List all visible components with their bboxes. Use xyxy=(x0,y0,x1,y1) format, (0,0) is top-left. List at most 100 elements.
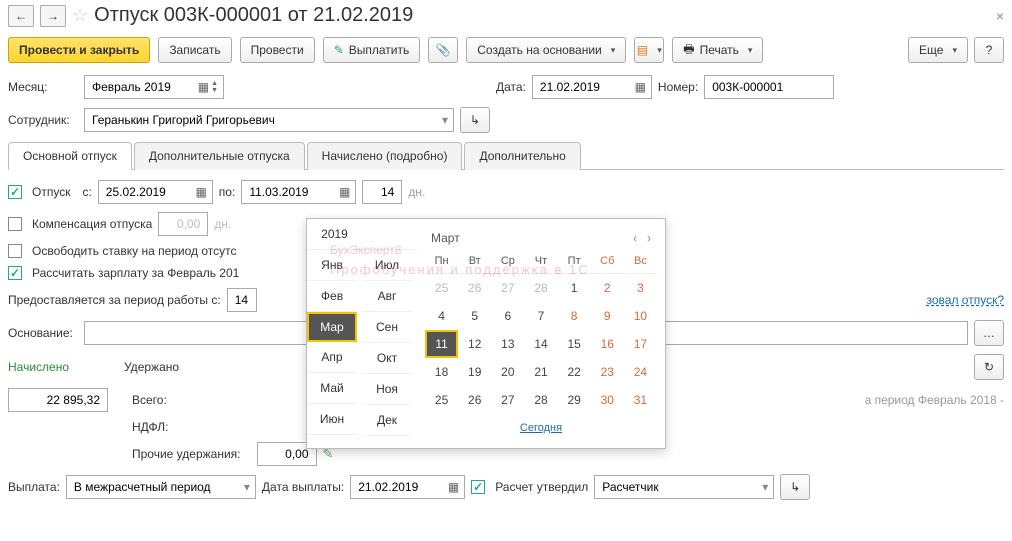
ndfl-label: НДФЛ: xyxy=(132,420,168,434)
dp-day[interactable]: 27 xyxy=(491,274,524,302)
tab-additional[interactable]: Дополнительно xyxy=(464,142,580,170)
employee-field[interactable]: ▾ xyxy=(84,108,454,132)
dp-day[interactable]: 9 xyxy=(591,302,624,330)
vacation-from-field[interactable]: ▦ xyxy=(98,180,213,204)
vacation-days-field[interactable] xyxy=(362,180,402,204)
date-field[interactable]: ▦ xyxy=(532,75,652,99)
dp-day[interactable]: 26 xyxy=(458,274,491,302)
dp-month-Дек[interactable]: Дек xyxy=(362,405,412,436)
used-vacation-link[interactable]: зовал отпуск? xyxy=(927,293,1004,307)
compensation-days-field[interactable] xyxy=(158,212,208,236)
dp-day[interactable]: 24 xyxy=(624,358,657,386)
dp-day[interactable]: 27 xyxy=(491,386,524,414)
calendar-icon[interactable]: ▦ xyxy=(635,80,646,94)
more-button[interactable]: Еще xyxy=(908,37,968,63)
approved-checkbox[interactable]: ✓ xyxy=(471,480,485,494)
calc-salary-checkbox[interactable]: ✓ xyxy=(8,266,22,280)
post-button[interactable]: Провести xyxy=(240,37,315,63)
paydate-field[interactable]: ▦ xyxy=(350,475,465,499)
print-button[interactable]: 🖶 Печать xyxy=(672,37,763,63)
basis-open-button[interactable]: … xyxy=(974,320,1004,346)
vacation-checkbox[interactable]: ✓ xyxy=(8,185,22,199)
page-title: Отпуск 003К-000001 от 21.02.2019 xyxy=(94,4,413,27)
dp-day[interactable]: 13 xyxy=(491,330,524,358)
dp-day[interactable]: 21 xyxy=(524,358,557,386)
dp-month-Июл[interactable]: Июл xyxy=(362,250,412,281)
dp-day[interactable]: 28 xyxy=(524,274,557,302)
dp-day[interactable]: 20 xyxy=(491,358,524,386)
dp-year[interactable]: 2019 xyxy=(307,219,362,250)
help-button[interactable]: ? xyxy=(974,37,1004,63)
dp-day[interactable]: 5 xyxy=(458,302,491,330)
vacation-to-field[interactable]: ▦ xyxy=(241,180,356,204)
pay-button[interactable]: ✎ Выплатить xyxy=(323,37,421,63)
structure-button[interactable]: ▤ xyxy=(634,37,664,63)
dp-day[interactable]: 29 xyxy=(558,386,591,414)
dp-day[interactable]: 28 xyxy=(524,386,557,414)
dp-day[interactable]: 15 xyxy=(558,330,591,358)
date-label: Дата: xyxy=(496,80,526,94)
dp-day[interactable]: 6 xyxy=(491,302,524,330)
dp-day[interactable]: 25 xyxy=(425,386,458,414)
dp-day[interactable]: 19 xyxy=(458,358,491,386)
nav-back[interactable]: ← xyxy=(8,5,34,27)
calendar-icon[interactable]: ▦ xyxy=(195,185,206,199)
compensation-checkbox[interactable] xyxy=(8,217,22,231)
dp-month-Мар[interactable]: Мар xyxy=(307,312,357,342)
dp-today-link[interactable]: Сегодня xyxy=(520,422,562,434)
dp-month-Окт[interactable]: Окт xyxy=(362,343,412,374)
dp-day[interactable]: 1 xyxy=(558,274,591,302)
dp-month-Ноя[interactable]: Ноя xyxy=(362,374,412,405)
month-field[interactable]: ▦ ▲▼ xyxy=(84,75,224,99)
dp-day[interactable]: 23 xyxy=(591,358,624,386)
dp-month-Авг[interactable]: Авг xyxy=(362,281,412,312)
post-and-close-button[interactable]: Провести и закрыть xyxy=(8,37,150,63)
dp-month-Май[interactable]: Май xyxy=(307,373,357,404)
dp-month-Янв[interactable]: Янв xyxy=(307,250,357,281)
nav-fwd[interactable]: → xyxy=(40,5,66,27)
dp-day[interactable]: 2 xyxy=(591,274,624,302)
dp-day[interactable]: 12 xyxy=(458,330,491,358)
dp-day[interactable]: 4 xyxy=(425,302,458,330)
free-rate-checkbox[interactable] xyxy=(8,244,22,258)
tab-accrued-detail[interactable]: Начислено (подробно) xyxy=(307,142,463,170)
dp-day[interactable]: 11 xyxy=(425,330,458,358)
employee-open-button[interactable]: ↳ xyxy=(460,107,490,133)
dp-month-Апр[interactable]: Апр xyxy=(307,342,357,373)
payment-mode-field[interactable]: ▾ xyxy=(66,475,256,499)
dp-day[interactable]: 18 xyxy=(425,358,458,386)
dp-prev-icon[interactable]: ‹ xyxy=(633,231,637,245)
attach-button[interactable]: 📎 xyxy=(428,37,458,63)
save-button[interactable]: Записать xyxy=(158,37,231,63)
dp-day[interactable]: 26 xyxy=(458,386,491,414)
close-icon[interactable]: × xyxy=(996,8,1004,24)
dp-day[interactable]: 3 xyxy=(624,274,657,302)
recalc-button[interactable]: ↻ xyxy=(974,354,1004,380)
approver-field[interactable]: ▾ xyxy=(594,475,774,499)
dp-day[interactable]: 8 xyxy=(558,302,591,330)
number-field[interactable] xyxy=(704,75,834,99)
dp-day[interactable]: 17 xyxy=(624,330,657,358)
dp-day[interactable]: 31 xyxy=(624,386,657,414)
approver-open-button[interactable]: ↳ xyxy=(780,474,810,500)
calendar-icon[interactable]: ▦ xyxy=(198,80,209,94)
dp-day[interactable]: 7 xyxy=(524,302,557,330)
tab-main-vacation[interactable]: Основной отпуск xyxy=(8,142,132,170)
dp-month-Сен[interactable]: Сен xyxy=(362,312,412,343)
dp-month-Июн[interactable]: Июн xyxy=(307,404,357,435)
accrued-value-field[interactable] xyxy=(8,388,108,412)
dp-day[interactable]: 30 xyxy=(591,386,624,414)
favorite-star-icon[interactable]: ☆ xyxy=(72,5,88,26)
tab-additional-vacations[interactable]: Дополнительные отпуска xyxy=(134,142,305,170)
dp-day[interactable]: 25 xyxy=(425,274,458,302)
dp-day[interactable]: 10 xyxy=(624,302,657,330)
dp-day[interactable]: 14 xyxy=(524,330,557,358)
work-period-from-field[interactable] xyxy=(227,288,257,312)
dp-month-Фев[interactable]: Фев xyxy=(307,281,357,312)
create-based-button[interactable]: Создать на основании xyxy=(466,37,626,63)
dp-day[interactable]: 16 xyxy=(591,330,624,358)
calendar-icon[interactable]: ▦ xyxy=(339,185,350,199)
calendar-icon[interactable]: ▦ xyxy=(448,480,459,494)
dp-day[interactable]: 22 xyxy=(558,358,591,386)
dp-next-icon[interactable]: › xyxy=(647,231,651,245)
